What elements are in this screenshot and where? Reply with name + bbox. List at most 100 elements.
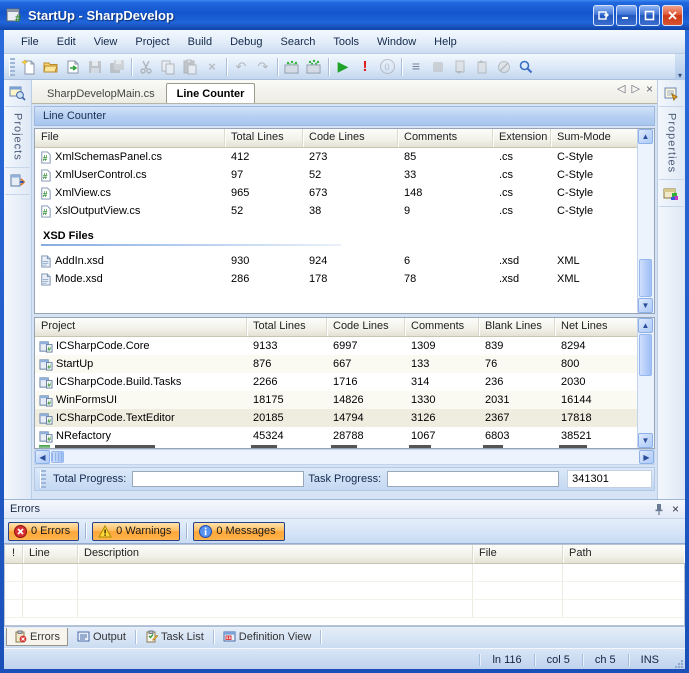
delete-icon[interactable]: ×	[201, 57, 223, 77]
table-row[interactable]: #WinFormsUI 18175 14826 1330 2031 16144	[35, 391, 638, 409]
tab-close-icon[interactable]: ×	[646, 84, 653, 95]
new-file-icon[interactable]	[18, 57, 40, 77]
properties-strip-label[interactable]: Properties	[666, 107, 678, 179]
resize-grip[interactable]	[671, 649, 685, 669]
next-bookmark-icon[interactable]	[471, 57, 493, 77]
col-description[interactable]: Description	[78, 545, 473, 563]
col-project[interactable]: Project	[35, 318, 247, 336]
table-row[interactable]: #NRefactory 45324 28788 1067 6803 38521	[35, 427, 638, 445]
warnings-filter-button[interactable]: 0 Warnings	[92, 522, 180, 541]
progress-toolbar-grip[interactable]	[40, 470, 46, 488]
table-row[interactable]: #StartUp 876 667 133 76 800	[35, 355, 638, 373]
col-blank-lines[interactable]: Blank Lines	[479, 318, 555, 336]
projects-table-vscrollbar[interactable]: ▲ ▼	[637, 318, 654, 448]
pin-icon[interactable]	[654, 503, 664, 515]
col-file[interactable]: File	[35, 129, 225, 147]
col-line[interactable]: Line	[23, 545, 78, 563]
scroll-up-icon[interactable]: ▲	[638, 129, 653, 144]
col-comments[interactable]: Comments	[405, 318, 479, 336]
abort-icon[interactable]: !	[354, 57, 376, 77]
projects-strip-label[interactable]: Projects	[12, 107, 24, 167]
menu-search[interactable]: Search	[272, 33, 325, 51]
files-table-vscrollbar[interactable]: ▲ ▼	[637, 129, 654, 313]
errors-filter-button[interactable]: 0 Errors	[8, 522, 79, 541]
close-button[interactable]	[662, 5, 683, 26]
minimize-button[interactable]	[616, 5, 637, 26]
table-row[interactable]: AddIn.xsd 930 924 6 .xsd XML	[35, 252, 638, 270]
menu-debug[interactable]: Debug	[221, 33, 271, 51]
title-bar[interactable]: # StartUp - SharpDevelop	[0, 0, 689, 30]
profile-icon[interactable]: 0	[376, 57, 398, 77]
cut-icon[interactable]	[135, 57, 157, 77]
col-total-lines[interactable]: Total Lines	[247, 318, 327, 336]
tab-errors[interactable]: Errors	[6, 628, 68, 646]
toolbox-icon[interactable]	[659, 179, 684, 207]
maximize-button[interactable]	[639, 5, 660, 26]
table-row[interactable]: #XmlSchemasPanel.cs 412 273 85 .cs C-Sty…	[35, 148, 638, 166]
col-code-lines[interactable]: Code Lines	[303, 129, 398, 147]
copy-icon[interactable]	[157, 57, 179, 77]
table-row[interactable]: #XslOutputView.cs 52 38 9 .cs C-Style	[35, 202, 638, 220]
menu-window[interactable]: Window	[368, 33, 425, 51]
scroll-left-icon[interactable]: ◀	[35, 450, 50, 464]
save-all-icon[interactable]	[106, 57, 128, 77]
clear-bookmarks-icon[interactable]	[493, 57, 515, 77]
col-severity[interactable]: !	[5, 545, 23, 563]
col-path[interactable]: Path	[563, 545, 684, 563]
tab-output[interactable]: Output	[70, 628, 133, 645]
table-row[interactable]: #ICSharpCode.Core 9133 6997 1309 839 829…	[35, 337, 638, 355]
tab-sharpdevelopmain[interactable]: SharpDevelopMain.cs	[36, 83, 166, 103]
menu-view[interactable]: View	[85, 33, 127, 51]
menu-build[interactable]: Build	[179, 33, 221, 51]
col-extension[interactable]: Extension	[493, 129, 551, 147]
col-total-lines[interactable]: Total Lines	[225, 129, 303, 147]
scroll-down-icon[interactable]: ▼	[638, 298, 653, 313]
paste-icon[interactable]	[179, 57, 201, 77]
bookmark-icon[interactable]	[427, 57, 449, 77]
horizontal-scrollbar[interactable]: ◀ ▶	[34, 449, 655, 465]
menu-file[interactable]: File	[12, 33, 48, 51]
scrollbar-thumb[interactable]	[639, 334, 652, 376]
scroll-up-icon[interactable]: ▲	[638, 318, 653, 333]
messages-filter-button[interactable]: 0 Messages	[193, 522, 284, 541]
tab-scroll-right-icon[interactable]: ▷	[632, 84, 640, 95]
properties-icon[interactable]	[659, 80, 684, 107]
tab-definition-view[interactable]: Definition View	[216, 628, 319, 645]
menu-help[interactable]: Help	[425, 33, 466, 51]
scroll-down-icon[interactable]: ▼	[638, 433, 653, 448]
scrollbar-thumb[interactable]	[51, 451, 64, 463]
table-row[interactable]: #XmlView.cs 965 673 148 .cs C-Style	[35, 184, 638, 202]
table-row-selected[interactable]: #ICSharpCode.TextEditor 20185 14794 3126…	[35, 409, 638, 427]
scroll-right-icon[interactable]: ▶	[639, 450, 654, 464]
bookmark-list-icon[interactable]: ≡	[405, 57, 427, 77]
table-row[interactable]: #XmlUserControl.cs 97 52 33 .cs C-Style	[35, 166, 638, 184]
tab-line-counter[interactable]: Line Counter	[166, 83, 256, 103]
panel-close-icon[interactable]: ×	[672, 504, 679, 514]
menu-project[interactable]: Project	[126, 33, 178, 51]
rebuild-icon[interactable]	[303, 57, 325, 77]
classes-icon[interactable]	[5, 167, 30, 195]
toolbar-overflow-button[interactable]: ▾	[675, 54, 685, 80]
tab-task-list[interactable]: Task List	[138, 628, 211, 645]
build-icon[interactable]	[281, 57, 303, 77]
scrollbar-thumb[interactable]	[639, 259, 652, 297]
prev-bookmark-icon[interactable]	[449, 57, 471, 77]
open-folder-icon[interactable]	[40, 57, 62, 77]
save-icon[interactable]	[84, 57, 106, 77]
table-row[interactable]: Mode.xsd 286 178 78 .xsd XML	[35, 270, 638, 288]
toolbar-grip[interactable]	[9, 58, 15, 76]
menu-edit[interactable]: Edit	[48, 33, 85, 51]
col-net-lines[interactable]: Net Lines	[555, 318, 638, 336]
table-row[interactable]: #ICSharpCode.Build.Tasks 2266 1716 314 2…	[35, 373, 638, 391]
undock-button[interactable]	[593, 5, 614, 26]
search-icon[interactable]	[515, 57, 537, 77]
run-icon[interactable]: ▶	[332, 57, 354, 77]
undo-icon[interactable]: ↶	[230, 57, 252, 77]
col-comments[interactable]: Comments	[398, 129, 493, 147]
col-file[interactable]: File	[473, 545, 563, 563]
redo-icon[interactable]: ↷	[252, 57, 274, 77]
col-sum-mode[interactable]: Sum-Mode	[551, 129, 638, 147]
projects-icon[interactable]	[5, 80, 30, 107]
menu-tools[interactable]: Tools	[324, 33, 368, 51]
open-file-icon[interactable]	[62, 57, 84, 77]
